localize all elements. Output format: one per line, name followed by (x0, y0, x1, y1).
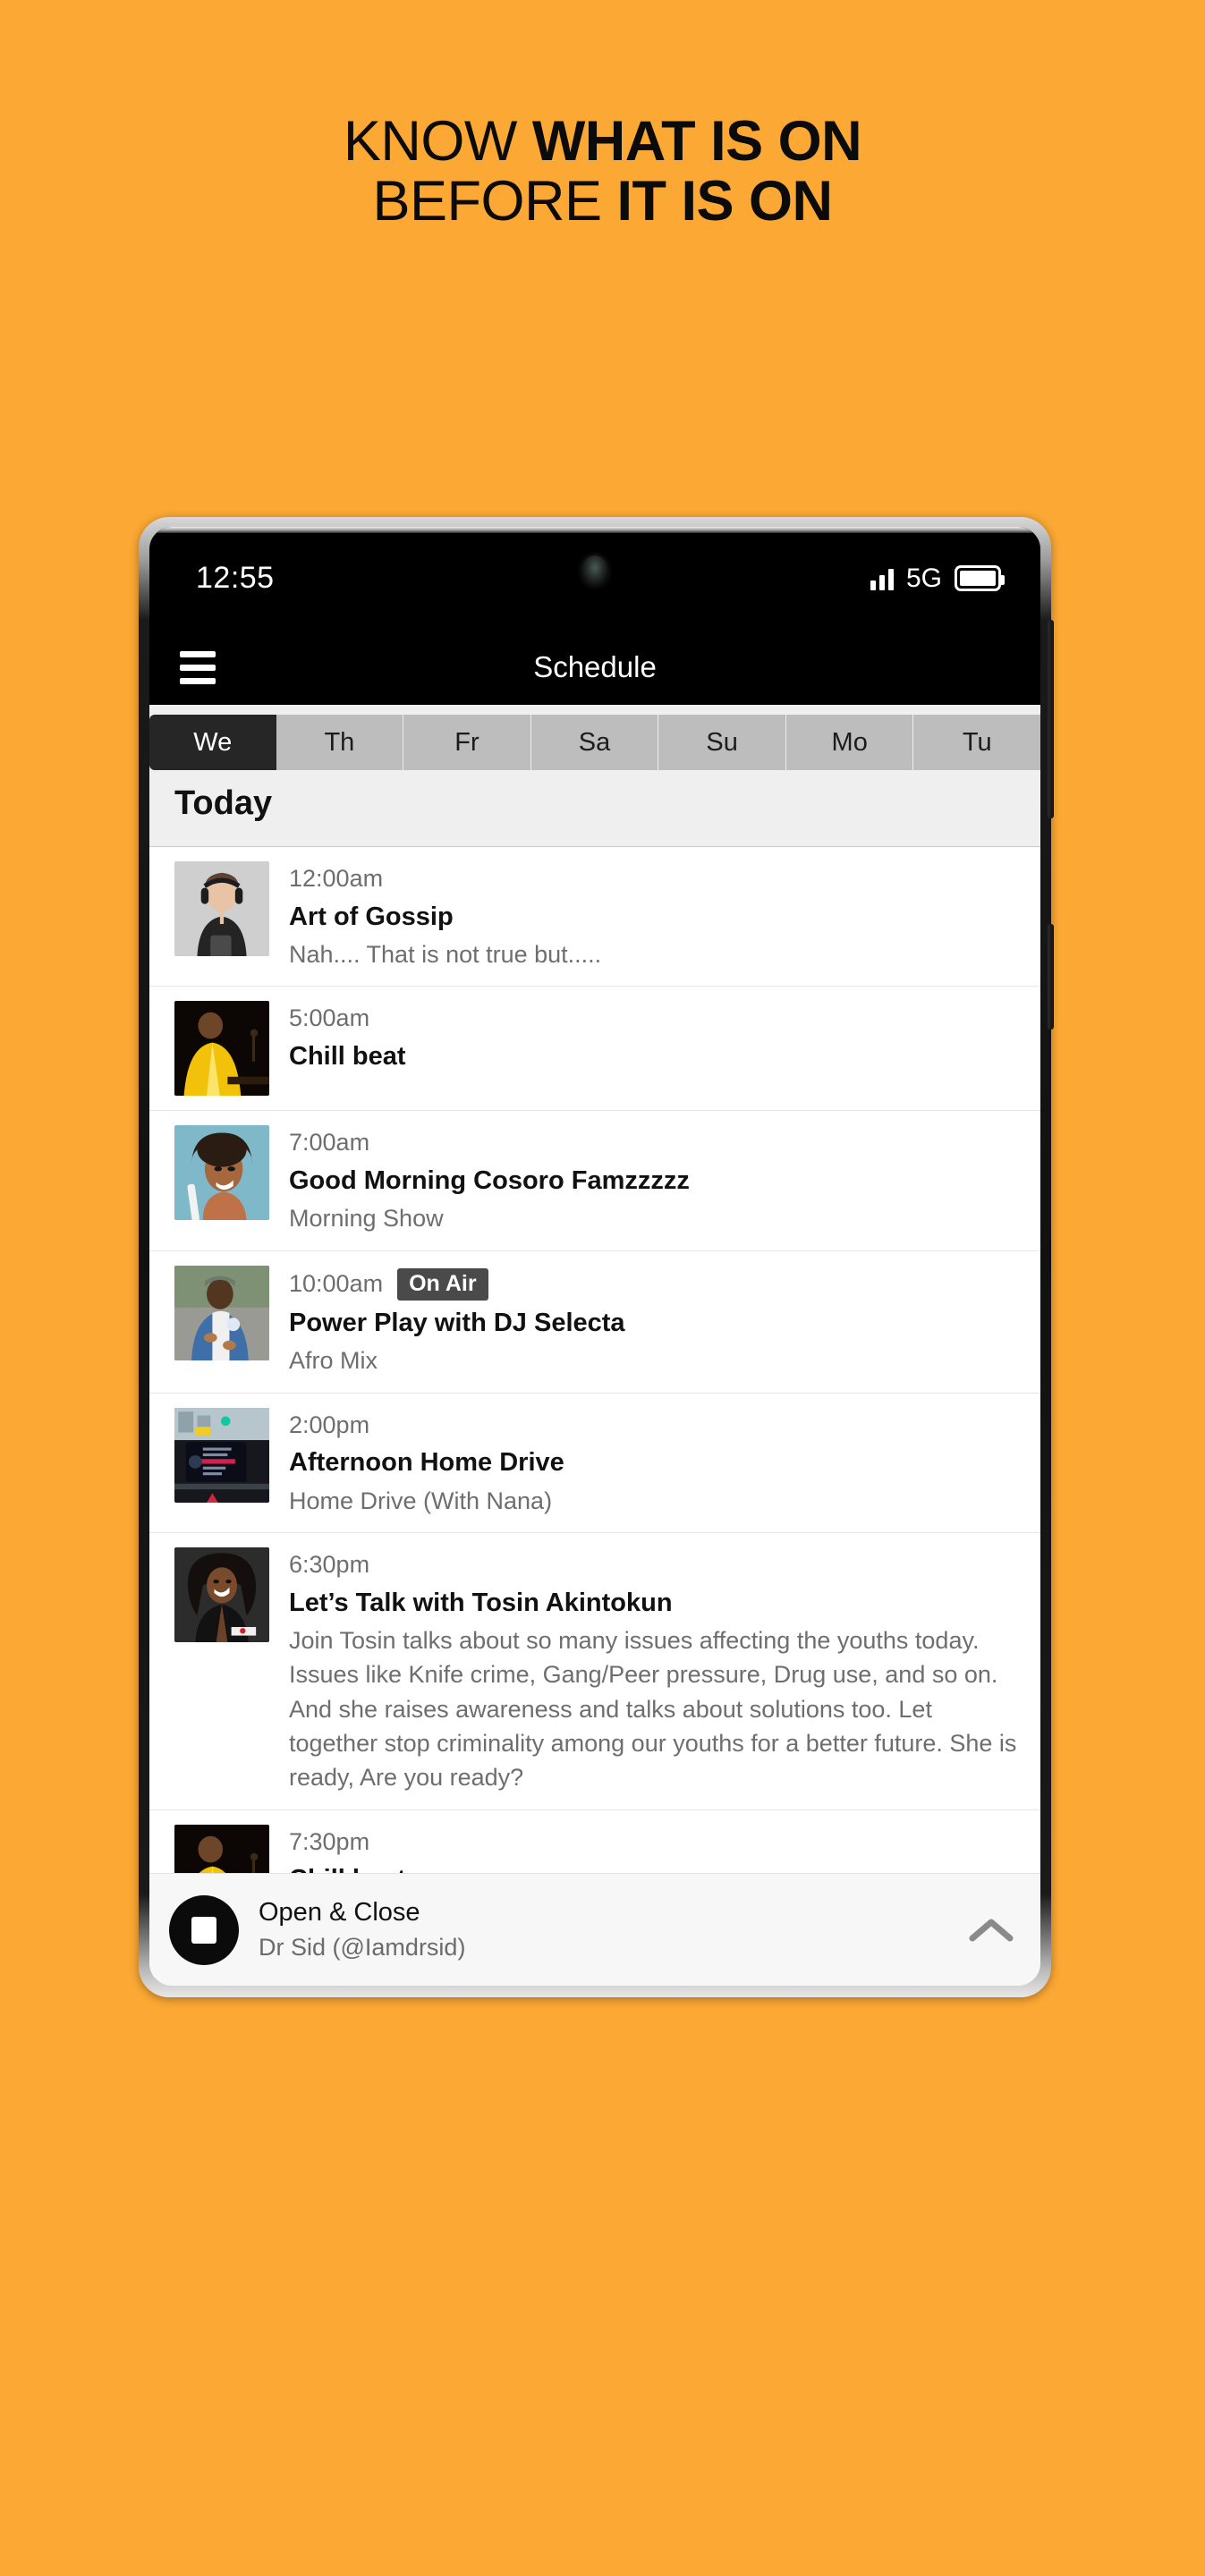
program-time: 5:00am (289, 1004, 370, 1032)
program-subtitle: Afro Mix (289, 1347, 378, 1375)
program-thumbnail (174, 1125, 269, 1221)
front-camera-icon (581, 555, 608, 586)
program-time-line: 7:30pm (289, 1827, 1021, 1858)
promo-headline-line-2: BEFORE IT IS ON (0, 172, 1205, 232)
status-clock: 12:55 (196, 561, 275, 595)
program-details: 2:00pm Afternoon Home Drive Home Drive (… (289, 1408, 1021, 1518)
stop-button-icon[interactable] (169, 1894, 239, 1965)
schedule-row[interactable]: 10:00am On Air Power Play with DJ Select… (149, 1251, 1040, 1394)
promo-line1-regular: KNOW (343, 110, 532, 173)
day-tab-tu[interactable]: Tu (913, 715, 1040, 770)
schedule-list[interactable]: 12:00am Art of Gossip Nah.... That is no… (149, 847, 1040, 1986)
now-playing-title: Open & Close (259, 1898, 420, 1928)
program-time: 2:00pm (289, 1411, 370, 1438)
program-title: Art of Gossip (289, 902, 454, 931)
promo-line2-bold: IT IS ON (616, 170, 834, 233)
program-time: 12:00am (289, 865, 384, 892)
phone-mockup: 12:55 5G Schedule We Th Fr Sa Su Mo Tu T… (139, 517, 1054, 1997)
program-time: 10:00am (289, 1270, 384, 1298)
program-time-line: 7:00am (289, 1128, 1021, 1158)
power-button[interactable] (1048, 924, 1054, 1030)
day-tabs: We Th Fr Sa Su Mo Tu (149, 715, 1040, 770)
program-subtitle: Join Tosin talks about so many issues af… (289, 1627, 1017, 1792)
hamburger-menu-icon[interactable] (180, 650, 216, 684)
page-title: Schedule (533, 650, 657, 683)
program-subtitle: Home Drive (With Nana) (289, 1487, 553, 1514)
now-playing-artist: Dr Sid (@Iamdrsid) (259, 1933, 466, 1961)
day-tabs-container: We Th Fr Sa Su Mo Tu (149, 705, 1040, 770)
status-indicators: 5G (870, 563, 1005, 594)
program-title: Let’s Talk with Tosin Akintokun (289, 1588, 673, 1617)
program-thumbnail (174, 1001, 269, 1097)
day-tab-we[interactable]: We (149, 715, 276, 770)
mini-player[interactable]: Open & Close Dr Sid (@Iamdrsid) (149, 1873, 1040, 1986)
program-thumbnail (174, 861, 269, 956)
program-time-line: 10:00am On Air (289, 1267, 1021, 1301)
signal-bars-icon (870, 567, 894, 590)
program-time: 6:30pm (289, 1551, 370, 1579)
program-time-line: 6:30pm (289, 1550, 1021, 1580)
app-screen: 12:55 5G Schedule We Th Fr Sa Su Mo Tu T… (149, 527, 1040, 1986)
now-playing-info: Open & Close Dr Sid (@Iamdrsid) (259, 1896, 946, 1963)
schedule-row[interactable]: 2:00pm Afternoon Home Drive Home Drive (… (149, 1394, 1040, 1534)
phone-screen-bezel: 12:55 5G Schedule We Th Fr Sa Su Mo Tu T… (149, 527, 1040, 1986)
day-tab-sa[interactable]: Sa (530, 715, 659, 770)
day-tab-mo[interactable]: Mo (785, 715, 914, 770)
program-time: 7:00am (289, 1129, 370, 1157)
promo-headline-line-1: KNOW WHAT IS ON (0, 110, 1205, 173)
schedule-row[interactable]: 12:00am Art of Gossip Nah.... That is no… (149, 847, 1040, 987)
program-details: 6:30pm Let’s Talk with Tosin Akintokun J… (289, 1547, 1021, 1795)
promo-headline: KNOW WHAT IS ON BEFORE IT IS ON (0, 110, 1205, 233)
status-bar: 12:55 5G (149, 527, 1040, 630)
network-type-label: 5G (905, 563, 942, 593)
program-details: 5:00am Chill beat (289, 1001, 1021, 1096)
program-time-line: 2:00pm (289, 1411, 1021, 1441)
program-title: Good Morning Cosoro Famzzzzz (289, 1166, 690, 1196)
program-time-line: 5:00am (289, 1004, 1021, 1034)
schedule-row[interactable]: 5:00am Chill beat (149, 987, 1040, 1112)
volume-button[interactable] (1048, 620, 1054, 818)
program-details: 12:00am Art of Gossip Nah.... That is no… (289, 861, 1021, 971)
day-tab-su[interactable]: Su (658, 715, 786, 770)
schedule-row[interactable]: 7:00am Good Morning Cosoro Famzzzzz Morn… (149, 1111, 1040, 1251)
battery-full-icon (955, 565, 1005, 591)
chevron-up-icon[interactable] (965, 1904, 1017, 1956)
program-subtitle: Nah.... That is not true but..... (289, 941, 602, 968)
program-time: 7:30pm (289, 1827, 370, 1855)
program-thumbnail (174, 1407, 269, 1503)
section-heading: Today (149, 770, 1040, 847)
status-badge: On Air (397, 1267, 488, 1301)
program-details: 10:00am On Air Power Play with DJ Select… (289, 1266, 1021, 1378)
app-bar: Schedule (149, 630, 1040, 705)
promo-line1-bold: WHAT IS ON (531, 110, 862, 173)
schedule-row[interactable]: 6:30pm Let’s Talk with Tosin Akintokun J… (149, 1533, 1040, 1810)
program-title: Afternoon Home Drive (289, 1448, 564, 1478)
program-thumbnail (174, 1265, 269, 1360)
program-details: 7:00am Good Morning Cosoro Famzzzzz Morn… (289, 1125, 1021, 1235)
program-title: Power Play with DJ Selecta (289, 1309, 625, 1338)
program-subtitle: Morning Show (289, 1205, 444, 1233)
program-thumbnail (174, 1547, 269, 1643)
day-tab-th[interactable]: Th (276, 715, 404, 770)
program-title: Chill beat (289, 1042, 406, 1072)
promo-line2-regular: BEFORE (372, 170, 617, 233)
program-time-line: 12:00am (289, 864, 1021, 894)
day-tab-fr[interactable]: Fr (403, 715, 531, 770)
